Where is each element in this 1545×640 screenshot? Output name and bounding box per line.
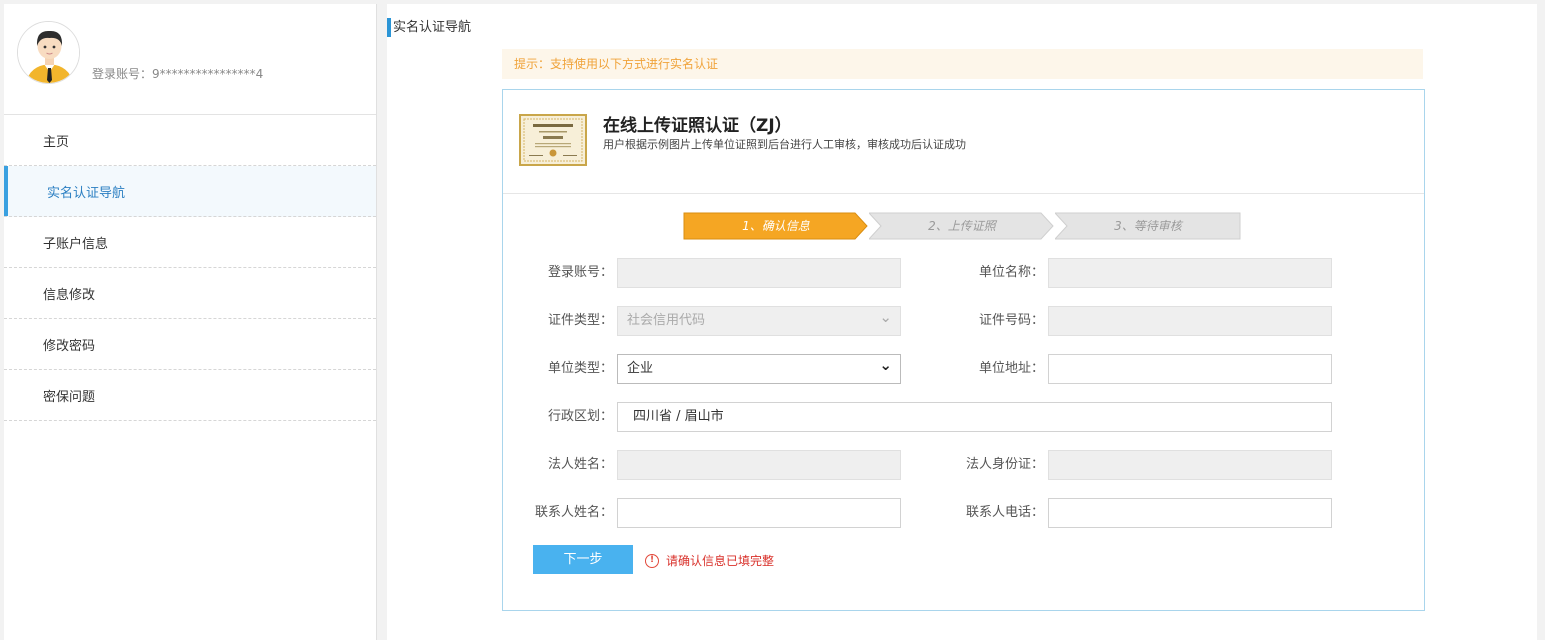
validation-warning: ! 请确认信息已填完整 bbox=[645, 552, 774, 569]
cert-type-select: 社会信用代码 bbox=[617, 303, 901, 336]
tip-banner: 提示：支持使用以下方式进行实名认证 bbox=[502, 49, 1423, 79]
sidebar-item-realname-nav[interactable]: 实名认证导航 bbox=[4, 166, 376, 217]
user-profile: 登录账号：9****************4 bbox=[4, 4, 376, 115]
form-row: 联系人姓名： 联系人电话： bbox=[503, 498, 1424, 528]
avatar bbox=[17, 21, 80, 84]
step-label: 2、上传证照 bbox=[928, 219, 996, 233]
legal-id-label: 法人身份证： bbox=[965, 457, 1044, 472]
sidebar-item-edit-info[interactable]: 信息修改 bbox=[4, 268, 376, 319]
sidebar-item-home[interactable]: 主页 bbox=[4, 115, 376, 166]
warning-icon: ! bbox=[645, 553, 659, 568]
unit-address-label: 单位地址： bbox=[978, 361, 1044, 376]
next-step-button[interactable]: 下一步 bbox=[533, 545, 633, 574]
contact-name-field[interactable] bbox=[617, 498, 901, 528]
account-label: 登录账号：9****************4 bbox=[92, 67, 264, 81]
login-account-field bbox=[617, 258, 901, 288]
sidebar: 登录账号：9****************4 主页 实名认证导航 子账户信息 … bbox=[4, 4, 377, 640]
sidebar-item-sub-accounts[interactable]: 子账户信息 bbox=[4, 217, 376, 268]
unit-type-select[interactable]: 企业 bbox=[617, 351, 901, 384]
legal-name-label: 法人姓名： bbox=[547, 457, 613, 472]
card-title: 在线上传证照认证（ZJ） bbox=[603, 116, 792, 136]
step-wait-review: 3、等待审核 bbox=[1055, 212, 1241, 240]
verification-card: 在线上传证照认证（ZJ） 用户根据示例图片上传单位证照到后台进行人工审核，审核成… bbox=[502, 89, 1425, 611]
certificate-icon bbox=[519, 114, 587, 166]
contact-phone-field[interactable] bbox=[1048, 498, 1332, 528]
region-cascader[interactable]: 四川省 / 眉山市 bbox=[617, 402, 1332, 432]
region-label: 行政区划： bbox=[547, 409, 613, 424]
step-upload-cert: 2、上传证照 bbox=[869, 212, 1055, 240]
legal-id-field bbox=[1048, 450, 1332, 480]
main-content: 实名认证导航 提示：支持使用以下方式进行实名认证 在线上传证照认证（ZJ） 用户… bbox=[387, 4, 1537, 640]
login-account-label: 登录账号： bbox=[547, 265, 613, 280]
form-row: 登录账号： 单位名称： bbox=[503, 258, 1424, 288]
card-subtitle: 用户根据示例图片上传单位证照到后台进行人工审核，审核成功后认证成功 bbox=[603, 138, 966, 151]
form-row: 证件类型： 社会信用代码 证件号码： bbox=[503, 303, 1424, 336]
unit-name-field bbox=[1048, 258, 1332, 288]
unit-address-field[interactable] bbox=[1048, 354, 1332, 384]
warning-text: 请确认信息已填完整 bbox=[666, 554, 775, 568]
sidebar-item-security-questions[interactable]: 密保问题 bbox=[4, 370, 376, 421]
contact-phone-label: 联系人电话： bbox=[965, 505, 1044, 520]
form-row: 法人姓名： 法人身份证： bbox=[503, 450, 1424, 480]
card-header: 在线上传证照认证（ZJ） 用户根据示例图片上传单位证照到后台进行人工审核，审核成… bbox=[503, 90, 1424, 194]
unit-type-label: 单位类型： bbox=[547, 361, 613, 376]
form-row: 单位类型： 企业 单位地址： bbox=[503, 351, 1424, 384]
progress-steps: 1、确认信息 2、上传证照 3、等待审核 bbox=[683, 212, 1241, 240]
page-title: 实名认证导航 bbox=[387, 18, 471, 37]
contact-name-label: 联系人姓名： bbox=[534, 505, 613, 520]
legal-name-field bbox=[617, 450, 901, 480]
sidebar-item-change-password[interactable]: 修改密码 bbox=[4, 319, 376, 370]
step-confirm-info: 1、确认信息 bbox=[683, 212, 869, 240]
unit-name-label: 单位名称： bbox=[978, 265, 1044, 280]
step-label: 1、确认信息 bbox=[742, 219, 810, 233]
form-row: 行政区划： 四川省 / 眉山市 bbox=[503, 402, 1424, 432]
cert-type-label: 证件类型： bbox=[547, 313, 613, 328]
cert-number-field bbox=[1048, 306, 1332, 336]
cert-number-label: 证件号码： bbox=[978, 313, 1044, 328]
step-label: 3、等待审核 bbox=[1114, 219, 1182, 233]
